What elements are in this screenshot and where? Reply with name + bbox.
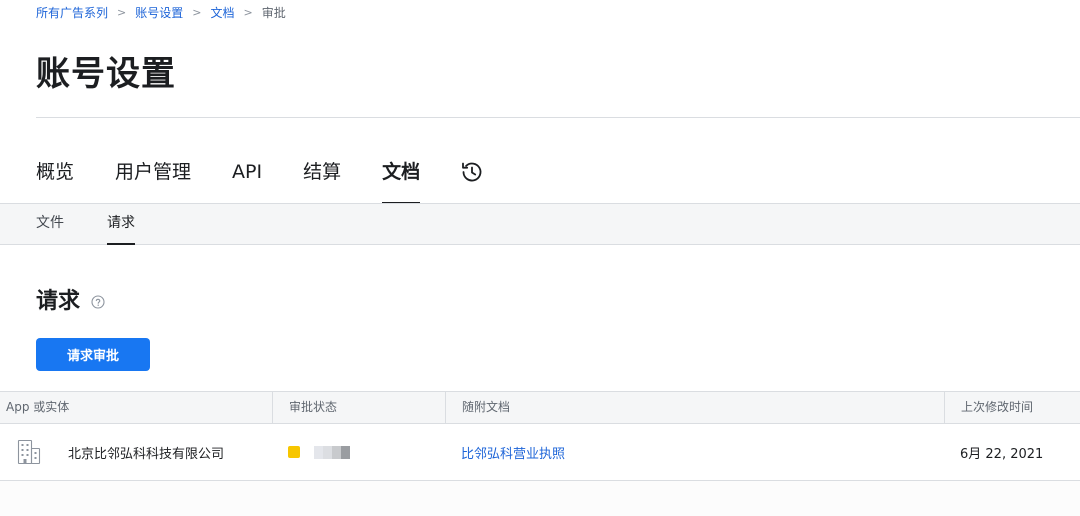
column-header-document: 随附文档 [445, 392, 944, 423]
entity-icon-cell [17, 424, 41, 480]
attached-document-link[interactable]: 比邻弘科营业执照 [461, 443, 565, 462]
column-header-entity: App 或实体 [6, 400, 70, 414]
sub-tab-files[interactable]: 文件 [36, 204, 64, 244]
table-row: 北京比邻弘科科技有限公司 比邻弘科营业执照 6月 22, 2021 [0, 424, 1080, 481]
entity-name: 北京比邻弘科科技有限公司 [68, 446, 225, 462]
breadcrumb: 所有广告系列 > 账号设置 > 文档 > 审批 [36, 4, 286, 20]
history-icon [462, 162, 482, 182]
breadcrumb-separator: > [243, 5, 253, 19]
section-title: 请求 [36, 289, 81, 314]
title-divider [36, 117, 1080, 118]
table-header: App 或实体 审批状态 随附文档 上次修改时间 [0, 391, 1080, 424]
tab-overview[interactable]: 概览 [36, 150, 74, 204]
requests-table: App 或实体 审批状态 随附文档 上次修改时间 北京比邻弘科科技有限公司 比邻… [0, 391, 1080, 481]
breadcrumb-current: 审批 [261, 5, 286, 20]
request-approval-button[interactable]: 请求审批 [36, 338, 150, 371]
breadcrumb-account-settings[interactable]: 账号设置 [135, 4, 183, 21]
attached-document-cell: 比邻弘科营业执照 [461, 424, 565, 480]
last-modified: 6月 22, 2021 [960, 446, 1044, 462]
column-header-status: 审批状态 [272, 392, 445, 423]
approval-status [288, 424, 350, 480]
sub-tab-requests[interactable]: 请求 [107, 204, 135, 245]
tab-billing[interactable]: 结算 [303, 150, 341, 204]
tab-history[interactable] [459, 150, 485, 194]
sub-tabs: 文件 请求 [0, 203, 1080, 245]
tab-api[interactable]: API [232, 150, 262, 204]
redacted-status-text [314, 445, 350, 459]
tab-documents[interactable]: 文档 [382, 150, 421, 204]
question-circle-icon[interactable] [91, 295, 105, 309]
main-tabs: 概览 用户管理 API 结算 文档 [36, 150, 485, 204]
tab-user-management[interactable]: 用户管理 [115, 150, 191, 204]
pending-status-indicator [288, 446, 300, 458]
page-title: 账号设置 [36, 54, 176, 94]
breadcrumb-documents[interactable]: 文档 [210, 4, 234, 21]
breadcrumb-separator: > [192, 5, 202, 19]
breadcrumb-all-campaigns[interactable]: 所有广告系列 [36, 4, 108, 21]
page-footer-area [0, 481, 1080, 516]
column-header-modified: 上次修改时间 [944, 392, 1080, 423]
breadcrumb-separator: > [117, 5, 127, 19]
building-icon [17, 439, 41, 465]
